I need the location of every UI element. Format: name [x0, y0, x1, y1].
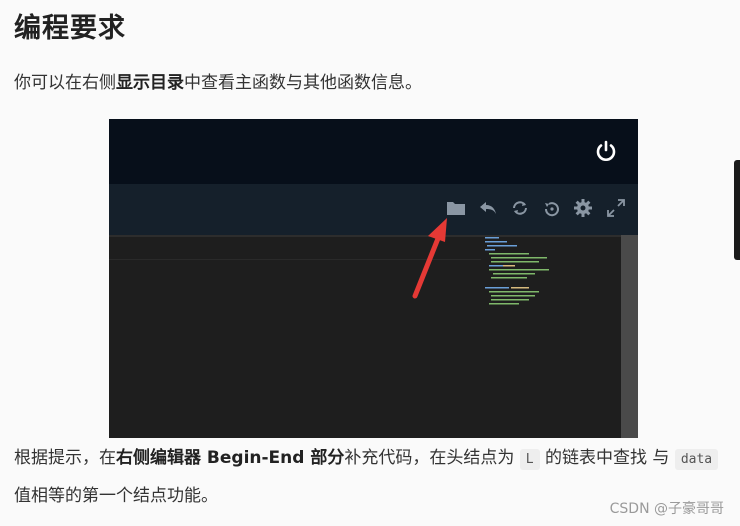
para-part1: 根据提示，在: [14, 448, 116, 468]
intro-prefix: 你可以在右侧: [14, 73, 116, 93]
restore-icon: [544, 202, 559, 217]
power-icon: [596, 140, 616, 161]
intro-bold: 显示目录: [116, 73, 184, 93]
para-bold: 右侧编辑器 Begin-End 部分: [116, 448, 345, 468]
red-arrow-annotation: [412, 218, 447, 299]
screenshot-scrollbar: [621, 235, 638, 438]
undo-icon: [480, 202, 496, 214]
article-page: 编程要求 你可以在右侧显示目录中查看主函数与其他函数信息。 根据提示，在右侧编辑…: [0, 0, 740, 526]
intro-suffix: 中查看主函数与其他函数信息。: [184, 73, 422, 93]
screenshot-topbar: [109, 119, 638, 184]
expand-icon: [607, 199, 625, 217]
inline-code-data: data: [674, 449, 719, 470]
code-minimap: [485, 237, 549, 305]
para-part4: 值相等的第一个结点功能。: [14, 486, 218, 506]
para-part3: 的链表中查找 与: [545, 448, 670, 468]
gear-icon: [574, 199, 592, 217]
inline-code-l: L: [519, 449, 540, 470]
section-heading: 编程要求: [14, 13, 126, 44]
editor-screenshot: [109, 119, 638, 438]
intro-text: 你可以在右侧显示目录中查看主函数与其他函数信息。: [14, 68, 422, 93]
csdn-watermark: CSDN @子豪哥哥: [609, 501, 724, 517]
para-part2: 补充代码，在头结点为: [344, 448, 515, 468]
refresh-icon: [513, 201, 527, 215]
page-scroll-marker: [734, 160, 740, 260]
